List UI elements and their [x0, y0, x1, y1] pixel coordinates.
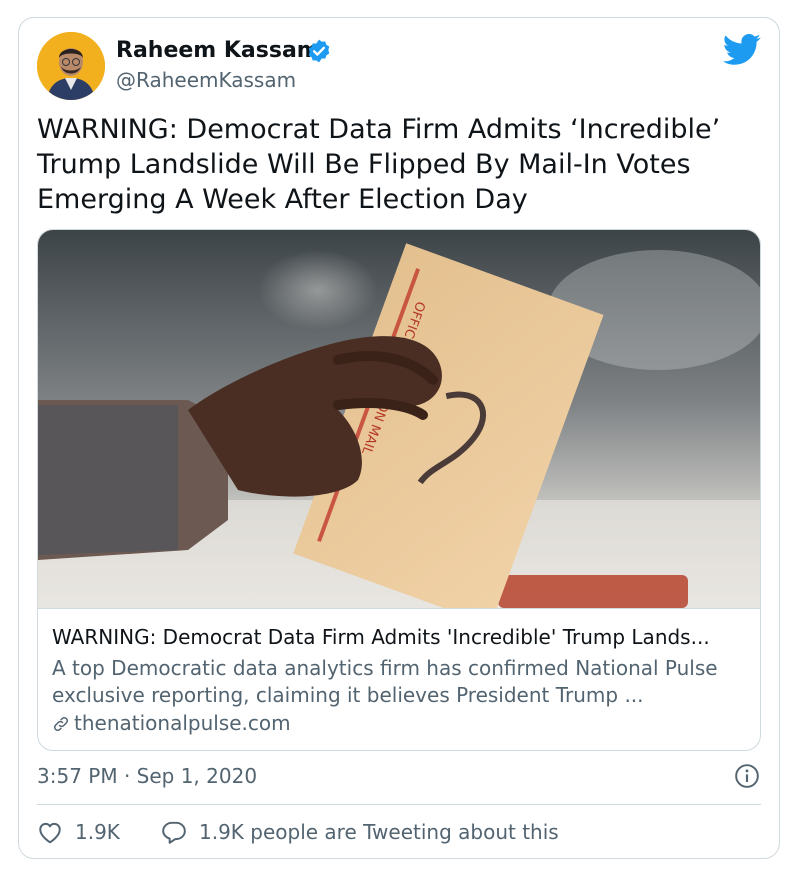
info-icon[interactable] [734, 763, 760, 789]
like-count: 1.9K [75, 820, 120, 844]
verified-badge-icon [308, 39, 330, 63]
link-preview-card[interactable]: OFFICIAL ELECTION MAIL WARNING: Democrat… [37, 229, 761, 751]
author-name[interactable]: Raheem Kassam [116, 38, 320, 63]
heart-icon [39, 822, 61, 844]
reply-button[interactable]: 1.9K people are Tweeting about this [161, 818, 559, 846]
link-domain-text: thenationalpulse.com [74, 711, 291, 735]
tweet-text: WARNING: Democrat Data Firm Admits ‘Incr… [37, 114, 721, 215]
ballot-envelope-photo-icon: OFFICIAL ELECTION MAIL [38, 230, 760, 608]
replies-text: 1.9K people are Tweeting about this [199, 820, 559, 844]
profile-photo-icon [37, 32, 105, 100]
like-button[interactable]: 1.9K [37, 818, 120, 846]
author-handle[interactable]: @RaheemKassam [116, 68, 296, 92]
link-title[interactable]: WARNING: Democrat Data Firm Admits 'Incr… [52, 625, 752, 649]
tweet-actions: 1.9K 1.9K people are Tweeting about this [37, 818, 761, 846]
comment-bubble-icon [162, 821, 186, 844]
link-description: A top Democratic data analytics firm has… [52, 656, 718, 707]
divider [37, 804, 761, 805]
author-avatar[interactable] [37, 32, 105, 100]
twitter-bird-icon[interactable] [722, 34, 762, 66]
link-icon [53, 716, 69, 732]
tweet-timestamp[interactable]: 3:57 PM · Sep 1, 2020 [37, 764, 257, 788]
link-preview-meta: WARNING: Democrat Data Firm Admits 'Incr… [38, 608, 760, 750]
link-domain[interactable]: thenationalpulse.com [52, 711, 291, 735]
